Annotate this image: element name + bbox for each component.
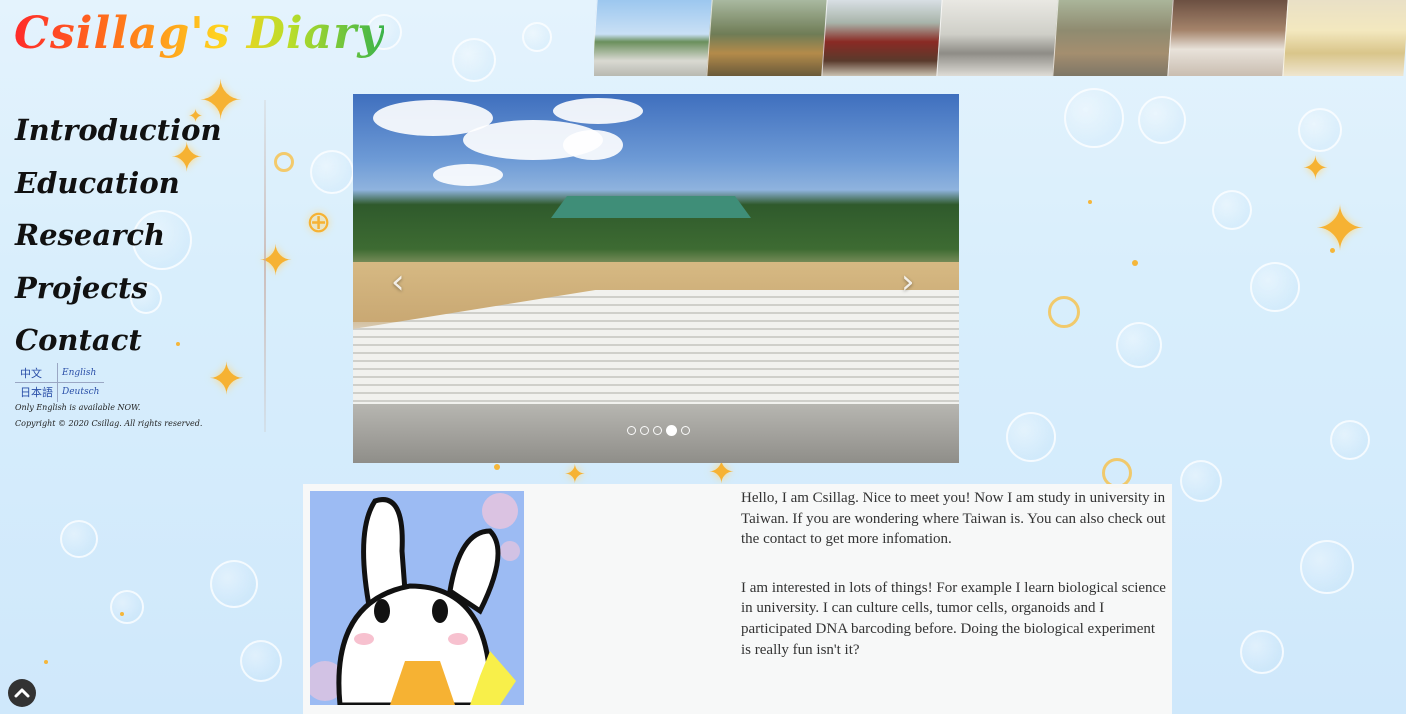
photo-carousel[interactable]: ‹ › — [353, 94, 959, 463]
lang-chinese-link[interactable]: 中文 — [20, 367, 42, 380]
chevron-up-icon[interactable] — [8, 679, 36, 707]
header-banner — [594, 0, 1406, 76]
carousel-indicator-dot[interactable] — [640, 426, 649, 435]
lang-english-link[interactable]: English — [62, 368, 96, 378]
banner-photo-bison — [1051, 0, 1179, 76]
language-note: Only English is available NOW. — [15, 403, 141, 412]
lang-german-link[interactable]: Deutsch — [62, 387, 99, 397]
main-nav: Introduction Education Research Projects… — [15, 104, 222, 367]
intro-paragraph: I am interested in lots of things! For e… — [741, 579, 1166, 658]
banner-photo-cake — [1167, 0, 1294, 76]
carousel-indicator-dot[interactable] — [627, 426, 636, 435]
carousel-indicator-dot[interactable] — [681, 426, 690, 435]
nav-projects[interactable]: Projects — [15, 262, 222, 315]
nav-contact[interactable]: Contact — [15, 314, 222, 367]
intro-paragraph: Hello, I am Csillag. Nice to meet you! N… — [741, 490, 1166, 548]
copyright-text: Copyright © 2020 Csillag. All rights res… — [15, 419, 203, 428]
banner-photo-lab-equipment — [936, 0, 1064, 76]
banner-photo-roll-cake — [1282, 0, 1406, 76]
language-switcher: 中文 English 日本語 Deutsch — [15, 363, 104, 402]
bunny-avatar-image — [310, 491, 524, 705]
carousel-indicator-dot[interactable] — [653, 426, 662, 435]
nav-introduction[interactable]: Introduction — [15, 104, 222, 157]
intro-text: Hello, I am Csillag. Nice to meet you! N… — [741, 488, 1166, 688]
banner-photo-garden-sign — [706, 0, 833, 76]
intro-panel: Hello, I am Csillag. Nice to meet you! N… — [303, 484, 1172, 714]
carousel-prev-icon[interactable]: ‹ — [391, 262, 405, 302]
carousel-indicators — [627, 425, 690, 436]
site-title[interactable]: Csillag's Diary — [14, 8, 384, 59]
lang-japanese-link[interactable]: 日本語 — [20, 386, 53, 399]
banner-photo-palace-gate — [821, 0, 949, 76]
carousel-next-icon[interactable]: › — [901, 262, 915, 302]
banner-photo-museum — [594, 0, 718, 76]
nav-research[interactable]: Research — [15, 209, 222, 262]
carousel-indicator-dot[interactable] — [666, 425, 677, 436]
nav-education[interactable]: Education — [15, 157, 222, 210]
